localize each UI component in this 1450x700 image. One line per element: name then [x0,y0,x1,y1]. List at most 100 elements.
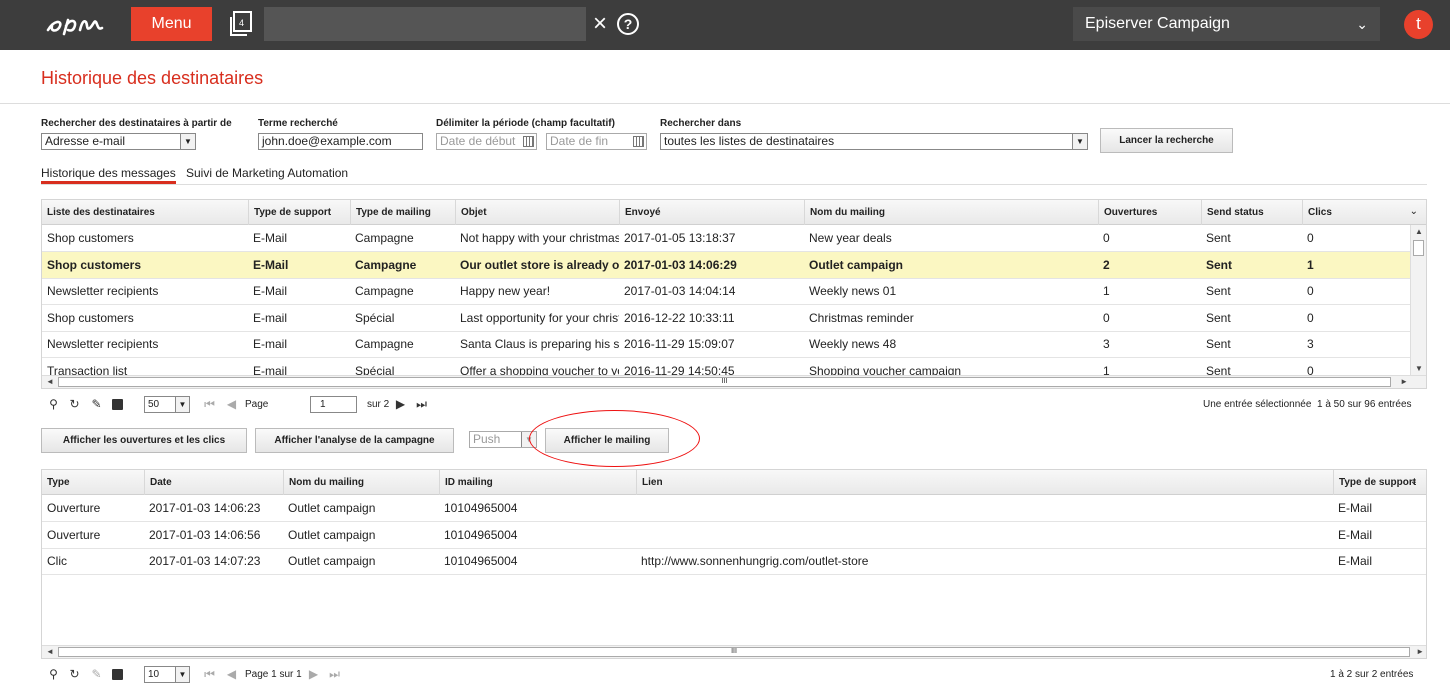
range-info: 1 à 50 sur 96 entrées [1317,399,1412,410]
horizontal-scrollbar[interactable]: ◄ III ► [42,375,1426,388]
page-number-input[interactable]: 1 [310,396,357,413]
help-icon[interactable]: ? [617,13,639,35]
table-cell: Santa Claus is preparing his sleigh [460,337,619,351]
vertical-scrollbar[interactable]: ▲ ▼ [1410,225,1426,375]
first-page-icon[interactable]: ⏮ [203,668,216,681]
eraser-icon[interactable]: ✎ [90,398,103,411]
table-cell: Sent [1206,231,1231,245]
show-opens-clicks-button[interactable]: Afficher les ouvertures et les clics [41,428,247,453]
table-row[interactable]: Shop customers E-Mail Campagne Our outlet s… [42,251,1411,279]
user-avatar[interactable]: t [1404,10,1433,39]
show-campaign-analysis-button[interactable]: Afficher l'analyse de la campagne [255,428,454,453]
save-icon[interactable] [112,669,123,680]
table-row[interactable]: Ouverture 2017-01-03 14:06:23 Outlet campa… [42,495,1426,522]
tabs-icon[interactable]: 4 [229,11,253,37]
episerver-logo[interactable] [44,8,114,42]
table-cell: 2016-12-22 10:33:11 [624,310,735,325]
calendar-icon[interactable] [523,136,534,147]
column-header[interactable]: ID mailing [439,470,636,495]
column-header[interactable]: Send status [1201,200,1302,225]
column-header[interactable]: Envoyé [619,200,804,225]
next-page-icon[interactable]: ▶ [394,398,407,411]
refresh-icon[interactable]: ↻ [68,398,81,411]
table-row[interactable]: Shop customers E-Mail Campagne Not happy wi… [42,225,1411,252]
table-row[interactable]: Shop customers E-mail Spécial Last opportun… [42,305,1411,332]
scrollbar-thumb[interactable]: III [58,647,1410,657]
chevron-down-icon[interactable]: ⌄ [1410,206,1418,217]
scrollbar-thumb[interactable] [1413,240,1424,256]
column-header[interactable]: Lien [636,470,1333,495]
prev-page-icon[interactable]: ◀ [225,668,238,681]
events-grid: Type Date Nom du mailing ID mailing Lien… [41,469,1427,659]
tab-marketing-automation[interactable]: Suivi de Marketing Automation [186,166,348,180]
table-cell: 1 [1307,257,1314,272]
global-search-input[interactable] [264,7,586,41]
column-header[interactable]: Type [42,470,144,495]
table-cell: Campagne [355,257,417,272]
search-in-select[interactable]: toutes les listes de destinataires ▼ [660,133,1088,150]
last-page-icon[interactable]: ⏭ [415,398,428,411]
tab-message-history[interactable]: Historique des messages [41,166,176,180]
scrollbar-thumb[interactable]: III [58,377,1391,387]
column-header[interactable]: Nom du mailing [283,470,439,495]
scroll-down-icon[interactable]: ▼ [1415,364,1423,373]
column-header[interactable]: Objet [455,200,619,225]
column-header[interactable]: Type de support [248,200,350,225]
table-cell: Weekly news 48 [809,337,897,351]
table-cell: Newsletter recipients [47,284,159,298]
table-cell: E-Mail [1338,501,1373,515]
table-cell: E-Mail [253,284,288,298]
launch-search-button[interactable]: Lancer la recherche [1100,128,1233,153]
client-select[interactable]: Episerver Campaign ⌄ [1073,7,1380,41]
start-date-input[interactable]: Date de début [436,133,537,150]
first-page-icon[interactable]: ⏮ [203,398,216,411]
table-row[interactable]: Clic 2017-01-03 14:07:23 Outlet campaign 10… [42,548,1426,575]
search-in-label: Rechercher dans [660,118,742,129]
column-header[interactable]: Clics [1302,200,1426,225]
scroll-up-icon[interactable]: ▲ [1415,227,1423,236]
channel-value: Push [473,432,501,446]
calendar-icon[interactable] [633,136,644,147]
page-size-select[interactable]: 50 ▼ [144,396,190,413]
eraser-icon[interactable]: ✎ [90,668,103,681]
table-cell: 2016-11-29 15:09:07 [624,337,735,351]
table-cell: 2017-01-03 14:04:14 [624,284,736,298]
search-icon[interactable]: ⚲ [47,668,60,681]
dropdown-arrow-icon: ▼ [180,134,195,149]
scroll-right-icon[interactable]: ► [1400,377,1408,386]
table-row[interactable]: Newsletter recipients E-Mail Campagne Happy… [42,278,1411,305]
search-icon[interactable]: ⚲ [47,398,60,411]
column-header[interactable]: Liste des destinataires [42,200,248,225]
column-header[interactable]: Type de mailing [350,200,455,225]
search-by-select[interactable]: Adresse e-mail ▼ [41,133,196,150]
column-header[interactable]: Nom du mailing [804,200,1098,225]
refresh-icon[interactable]: ↻ [68,668,81,681]
term-input[interactable]: john.doe@example.com [258,133,423,150]
table-row[interactable]: Newsletter recipients E-mail Campagne Santa… [42,331,1411,358]
page-size-select[interactable]: 10 ▼ [144,666,190,683]
end-date-input[interactable]: Date de fin [546,133,647,150]
column-header[interactable]: Date [144,470,283,495]
next-page-icon[interactable]: ▶ [307,668,320,681]
table-row[interactable]: Ouverture 2017-01-03 14:06:56 Outlet campa… [42,522,1426,549]
save-icon[interactable] [112,399,123,410]
last-page-icon[interactable]: ⏭ [328,668,341,681]
clear-icon[interactable]: × [593,12,609,36]
column-header[interactable]: Ouvertures [1098,200,1201,225]
horizontal-scrollbar[interactable]: ◄ III ► [42,645,1426,658]
scroll-left-icon[interactable]: ◄ [46,647,54,656]
messages-grid-header: Liste des destinataires Type de support … [42,200,1426,225]
chevron-down-icon[interactable]: ⌄ [1410,476,1418,487]
range-info: 1 à 2 sur 2 entrées [1330,669,1414,680]
table-cell: 2017-01-03 14:06:29 [624,257,737,272]
dropdown-arrow-icon: ▼ [1072,134,1087,149]
link-cell[interactable]: http://www.sonnenhungrig.com/outlet-stor… [636,548,1333,574]
scroll-right-icon[interactable]: ► [1416,647,1424,656]
table-cell: E-Mail [253,231,288,245]
table-cell: 2017-01-05 13:18:37 [624,231,736,245]
scroll-left-icon[interactable]: ◄ [46,377,54,386]
prev-page-icon[interactable]: ◀ [225,398,238,411]
menu-button[interactable]: Menu [131,7,212,41]
table-cell: Newsletter recipients [47,337,159,351]
channel-select[interactable]: Push ▼ [469,431,537,448]
